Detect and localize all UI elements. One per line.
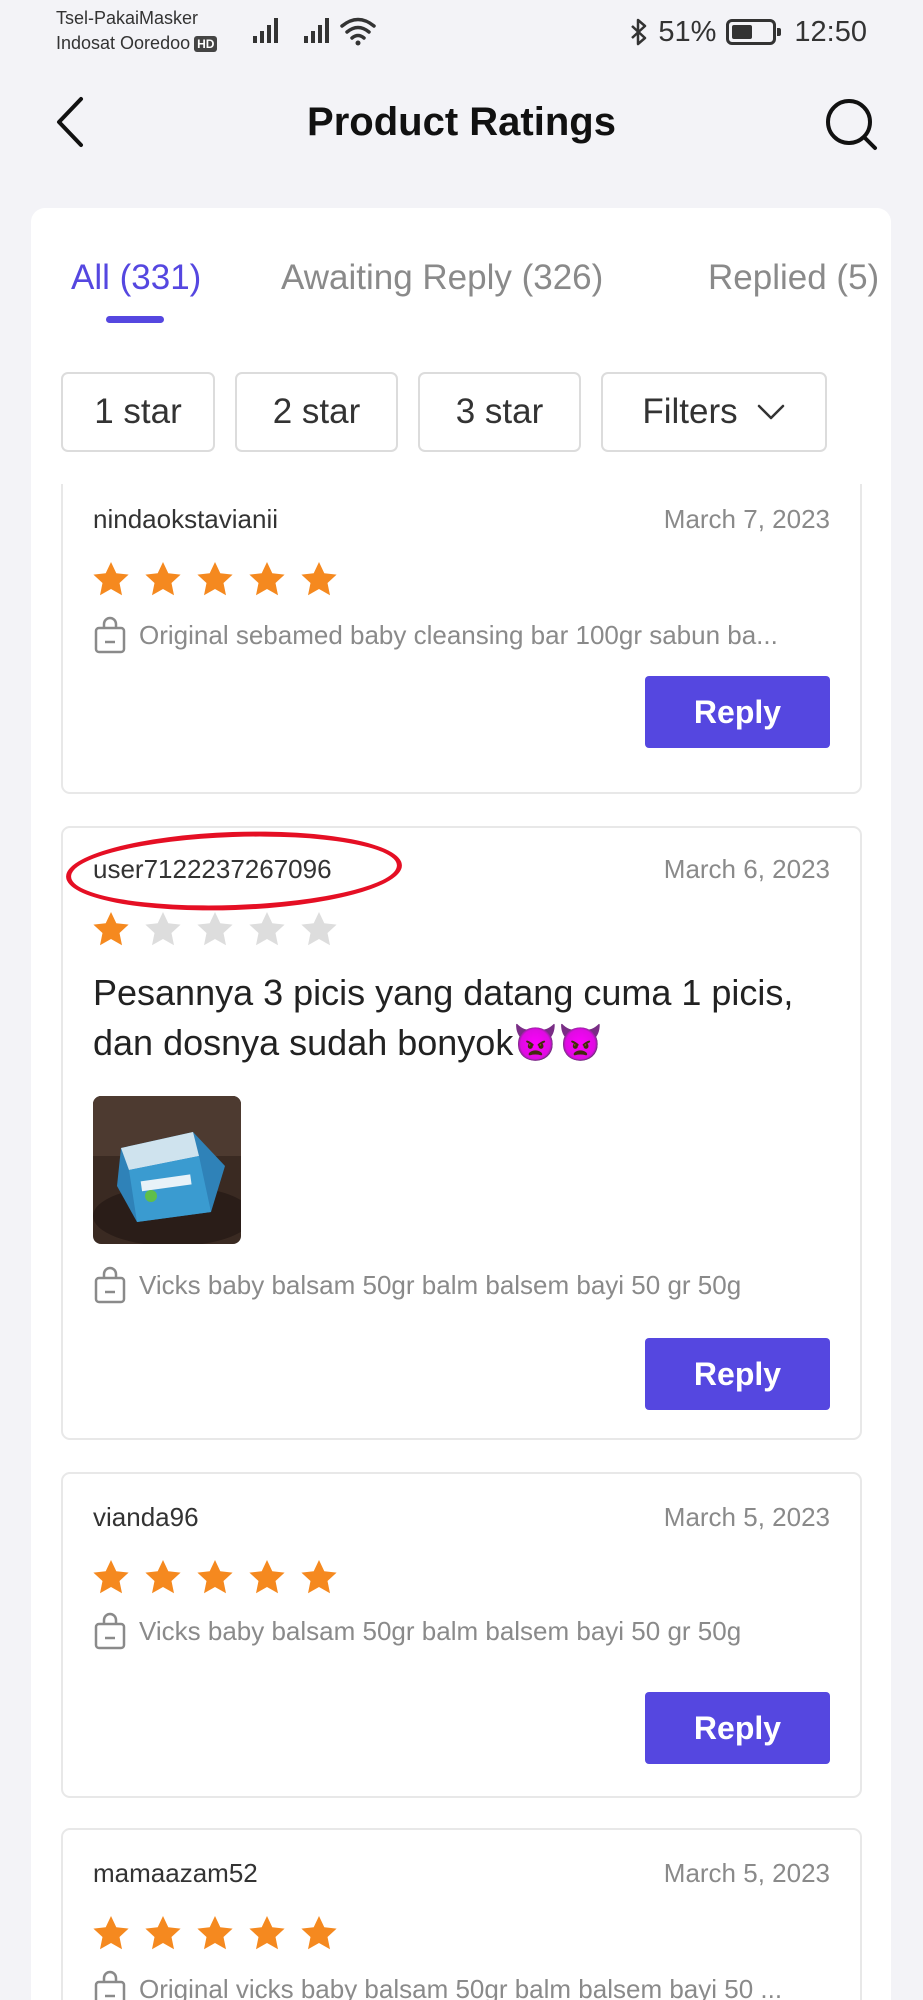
filters-dropdown[interactable]: Filters [601, 372, 827, 452]
product-info: Vicks baby balsam 50gr balm balsem bayi … [93, 1266, 830, 1304]
star-filled-icon [249, 562, 285, 596]
filters-label: Filters [642, 392, 738, 431]
star-empty-icon [249, 912, 285, 946]
review-date: March 5, 2023 [663, 1502, 830, 1532]
app-header: Product Ratings [0, 64, 923, 184]
star-filled-icon [301, 562, 337, 596]
product-info: Vicks baby balsam 50gr balm balsem bayi … [93, 1612, 830, 1650]
wifi-icon [340, 17, 376, 46]
search-icon [826, 99, 877, 150]
reply-button[interactable]: Reply [645, 676, 830, 748]
review-text: Pesannya 3 picis yang datang cuma 1 pici… [93, 972, 794, 1063]
filter-3-star[interactable]: 3 star [418, 372, 581, 452]
star-filled-icon [93, 912, 129, 946]
star-rating [91, 910, 339, 950]
product-name: Vicks baby balsam 50gr balm balsem bayi … [139, 1616, 742, 1646]
shopping-bag-icon [94, 616, 126, 654]
star-filled-icon [197, 562, 233, 596]
review-date: March 6, 2023 [663, 854, 830, 884]
product-photo-image [93, 1096, 241, 1244]
star-filled-icon [197, 1560, 233, 1594]
star-filled-icon [197, 1916, 233, 1950]
review-card: mamaazam52 March 5, 2023 Original vicks … [61, 1828, 862, 2000]
filter-bar: 1 star 2 star 3 star Filters [61, 372, 827, 452]
product-info: Original sebamed baby cleansing bar 100g… [93, 616, 830, 654]
shopping-bag-icon [94, 1266, 126, 1304]
reply-button[interactable]: Reply [645, 1692, 830, 1764]
star-filled-icon [145, 1916, 181, 1950]
tab-bar: All (331) Awaiting Reply (326) Replied (… [31, 208, 891, 338]
status-right: 51% 12:50 [630, 14, 867, 50]
chevron-down-icon [757, 404, 784, 420]
star-rating [91, 560, 339, 600]
review-card: nindaokstavianii March 7, 2023 Original … [61, 484, 862, 794]
tab-all[interactable]: All (331) [71, 250, 201, 306]
review-date: March 5, 2023 [663, 1858, 830, 1888]
battery-icon [726, 19, 782, 45]
review-list: nindaokstavianii March 7, 2023 Original … [31, 484, 891, 2000]
review-card: vianda96 March 5, 2023 Vicks baby balsam… [61, 1472, 862, 1798]
battery-percent: 51% [658, 15, 717, 48]
battery-fill [732, 25, 752, 39]
star-filled-icon [145, 562, 181, 596]
star-filled-icon [93, 1916, 129, 1950]
clock: 12:50 [794, 15, 867, 48]
product-name: Original sebamed baby cleansing bar 100g… [139, 620, 778, 650]
star-filled-icon [93, 562, 129, 596]
ratings-panel: All (331) Awaiting Reply (326) Replied (… [31, 208, 891, 2000]
shopping-bag-icon [94, 1970, 126, 2000]
star-filled-icon [145, 1560, 181, 1594]
reply-button[interactable]: Reply [645, 1338, 830, 1410]
star-filled-icon [301, 1560, 337, 1594]
filter-2-star[interactable]: 2 star [235, 372, 398, 452]
reviewer-username: user7122237267096 [93, 854, 332, 884]
carrier-info: Tsel-PakaiMasker Indosat Ooredoo HD [56, 6, 218, 56]
status-bar: Tsel-PakaiMasker Indosat Ooredoo HD 51% 1… [0, 0, 923, 64]
tab-awaiting-reply[interactable]: Awaiting Reply (326) [281, 250, 603, 306]
reviewer-username: mamaazam52 [93, 1858, 258, 1888]
product-name: Vicks baby balsam 50gr balm balsem bayi … [139, 1270, 742, 1300]
carrier-name-2: Indosat Ooredoo HD [56, 31, 218, 56]
reviewer-username: nindaokstavianii [93, 504, 279, 534]
tab-replied[interactable]: Replied (5) [708, 250, 879, 306]
search-button[interactable] [821, 94, 881, 154]
star-empty-icon [145, 912, 181, 946]
carrier-name-1: Tsel-PakaiMasker [56, 8, 199, 28]
star-filled-icon [249, 1560, 285, 1594]
bluetooth-icon [631, 18, 647, 46]
review-photo[interactable] [93, 1096, 241, 1244]
active-tab-indicator [106, 316, 164, 323]
review-date: March 7, 2023 [663, 504, 830, 534]
reviewer-username: vianda96 [93, 1502, 199, 1532]
product-info: Original vicks baby balsam 50gr balm bal… [93, 1970, 830, 2000]
product-name: Original vicks baby balsam 50gr balm bal… [139, 1974, 783, 2000]
review-card: user7122237267096 March 6, 2023 Pesannya… [61, 826, 862, 1440]
page-title: Product Ratings [307, 100, 616, 144]
signal-icon [304, 18, 329, 43]
hd-badge: HD [194, 36, 218, 53]
star-filled-icon [93, 1560, 129, 1594]
star-filled-icon [301, 1916, 337, 1950]
star-empty-icon [301, 912, 337, 946]
star-empty-icon [197, 912, 233, 946]
signal-icon [253, 18, 278, 43]
star-rating [91, 1558, 339, 1598]
shopping-bag-icon [94, 1612, 126, 1650]
carrier-name-2-text: Indosat Ooredoo [56, 33, 191, 53]
star-filled-icon [249, 1916, 285, 1950]
star-rating [91, 1914, 339, 1954]
filter-1-star[interactable]: 1 star [61, 372, 215, 452]
